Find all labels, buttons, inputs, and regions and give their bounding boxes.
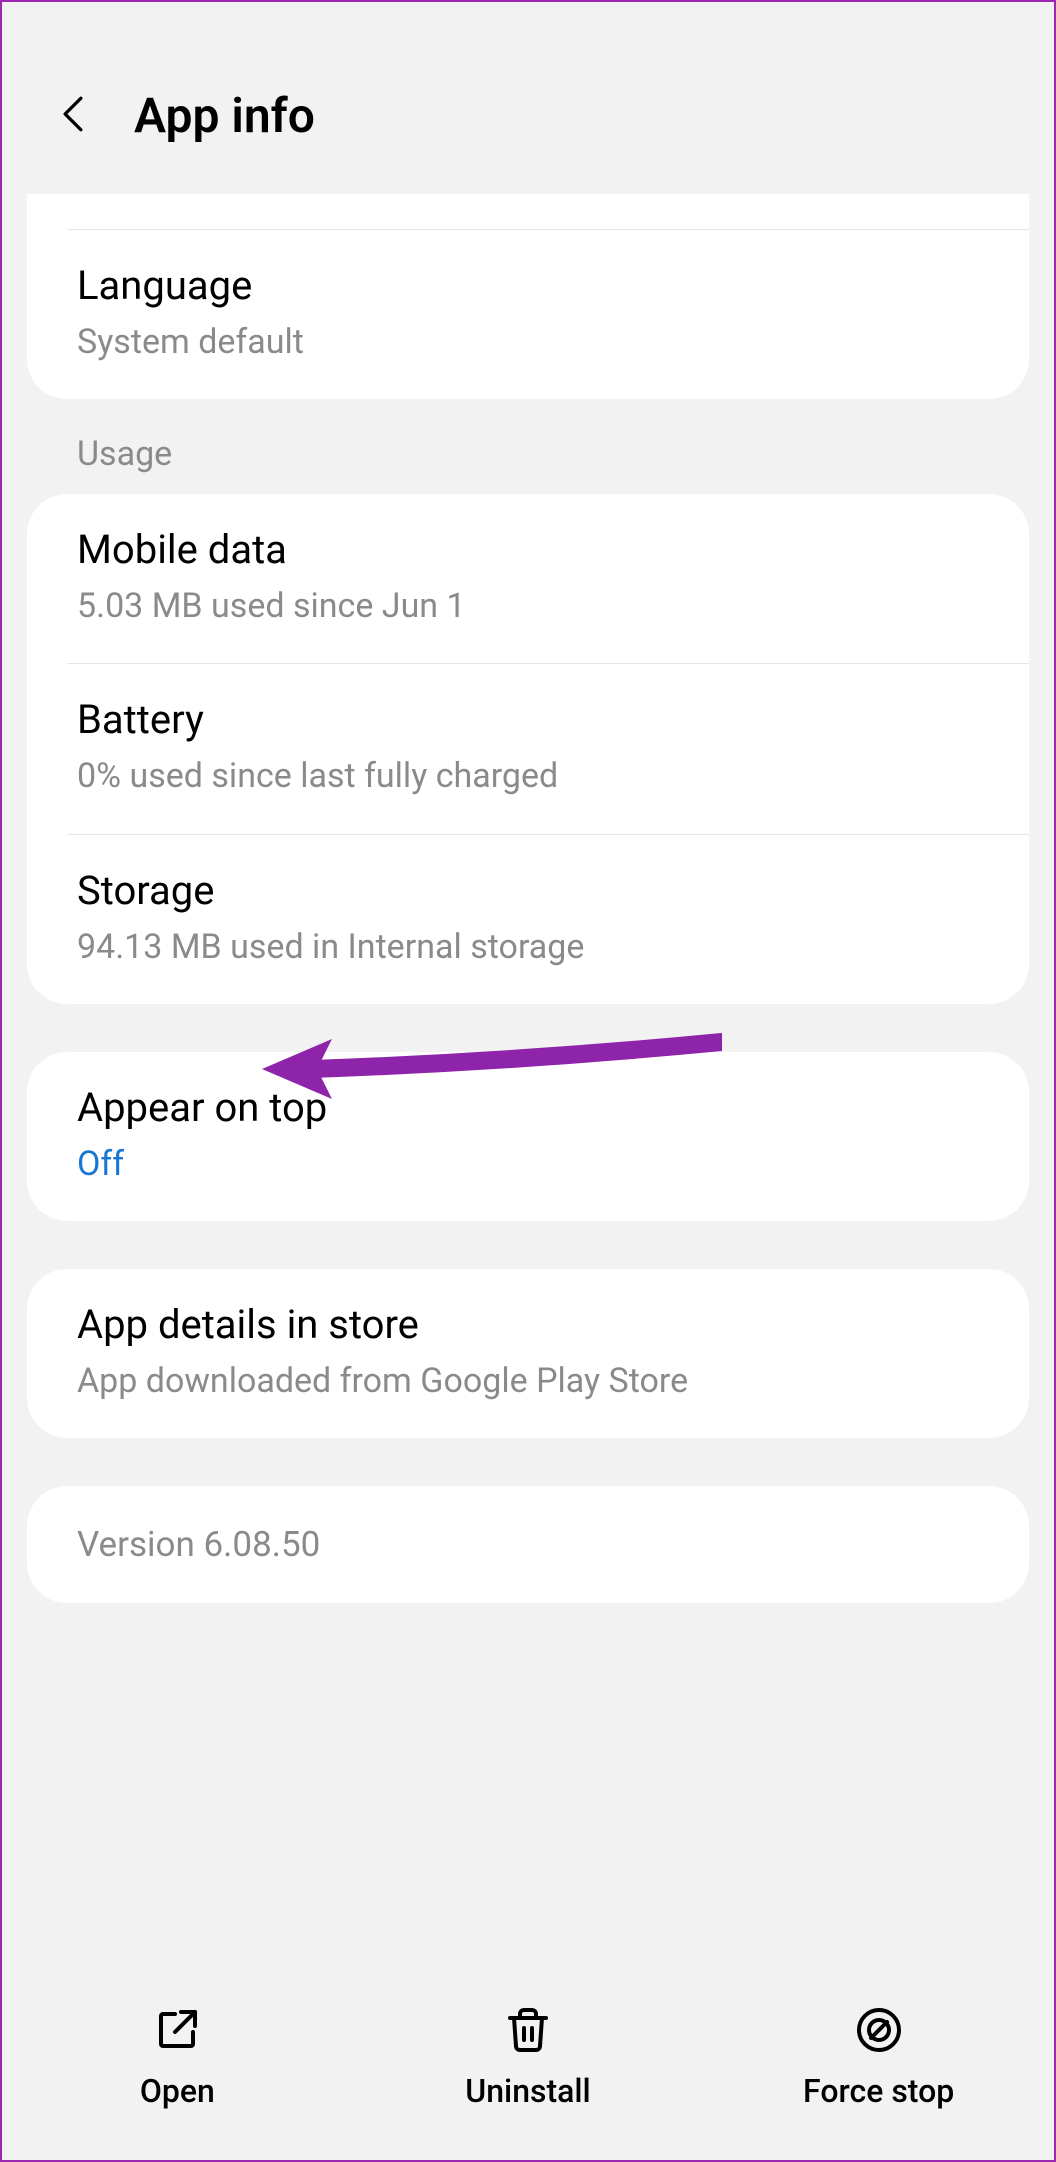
card-usage: Mobile data 5.03 MB used since Jun 1 Bat… (27, 494, 1029, 1004)
card-app-details: App details in store App downloaded from… (27, 1269, 1029, 1438)
row-title: Language (77, 260, 979, 312)
row-appear-on-top[interactable]: Appear on top Off (27, 1052, 1029, 1221)
row-title: Appear on top (77, 1082, 979, 1134)
version-text: Version 6.08.50 (77, 1524, 979, 1565)
row-sub: System default (77, 320, 979, 364)
row-battery[interactable]: Battery 0% used since last fully charged (27, 664, 1029, 833)
force-stop-button[interactable]: Force stop (705, 2006, 1052, 2110)
row-sub: Off (77, 1142, 979, 1186)
row-app-details[interactable]: App details in store App downloaded from… (27, 1269, 1029, 1438)
open-icon (153, 2006, 201, 2054)
stop-icon (855, 2006, 903, 2054)
card-version: Version 6.08.50 (27, 1486, 1029, 1603)
back-icon[interactable] (57, 93, 89, 139)
section-label-usage: Usage (2, 399, 1054, 494)
row-mobile-data[interactable]: Mobile data 5.03 MB used since Jun 1 (27, 494, 1029, 663)
row-sub: 0% used since last fully charged (77, 754, 979, 798)
row-title: Mobile data (77, 524, 979, 576)
row-title: Storage (77, 865, 979, 917)
footer-label: Open (140, 2072, 215, 2110)
row-title: Battery (77, 694, 979, 746)
trash-icon (504, 2006, 552, 2054)
row-storage[interactable]: Storage 94.13 MB used in Internal storag… (27, 835, 1029, 1004)
uninstall-button[interactable]: Uninstall (354, 2006, 701, 2110)
page-title: App info (134, 87, 315, 144)
open-button[interactable]: Open (4, 2006, 351, 2110)
row-sub: 5.03 MB used since Jun 1 (77, 584, 979, 628)
row-sub: App downloaded from Google Play Store (77, 1359, 979, 1403)
footer: Open Uninstall Force stop (2, 1966, 1054, 2160)
footer-label: Uninstall (465, 2072, 590, 2110)
header: App info (2, 2, 1054, 194)
footer-label: Force stop (803, 2072, 954, 2110)
card-language: Language System default (27, 194, 1029, 399)
row-title: App details in store (77, 1299, 979, 1351)
row-version: Version 6.08.50 (27, 1486, 1029, 1603)
card-appear-on-top: Appear on top Off (27, 1052, 1029, 1221)
partial-row (27, 194, 1029, 229)
row-sub: 94.13 MB used in Internal storage (77, 925, 979, 969)
row-language[interactable]: Language System default (27, 230, 1029, 399)
